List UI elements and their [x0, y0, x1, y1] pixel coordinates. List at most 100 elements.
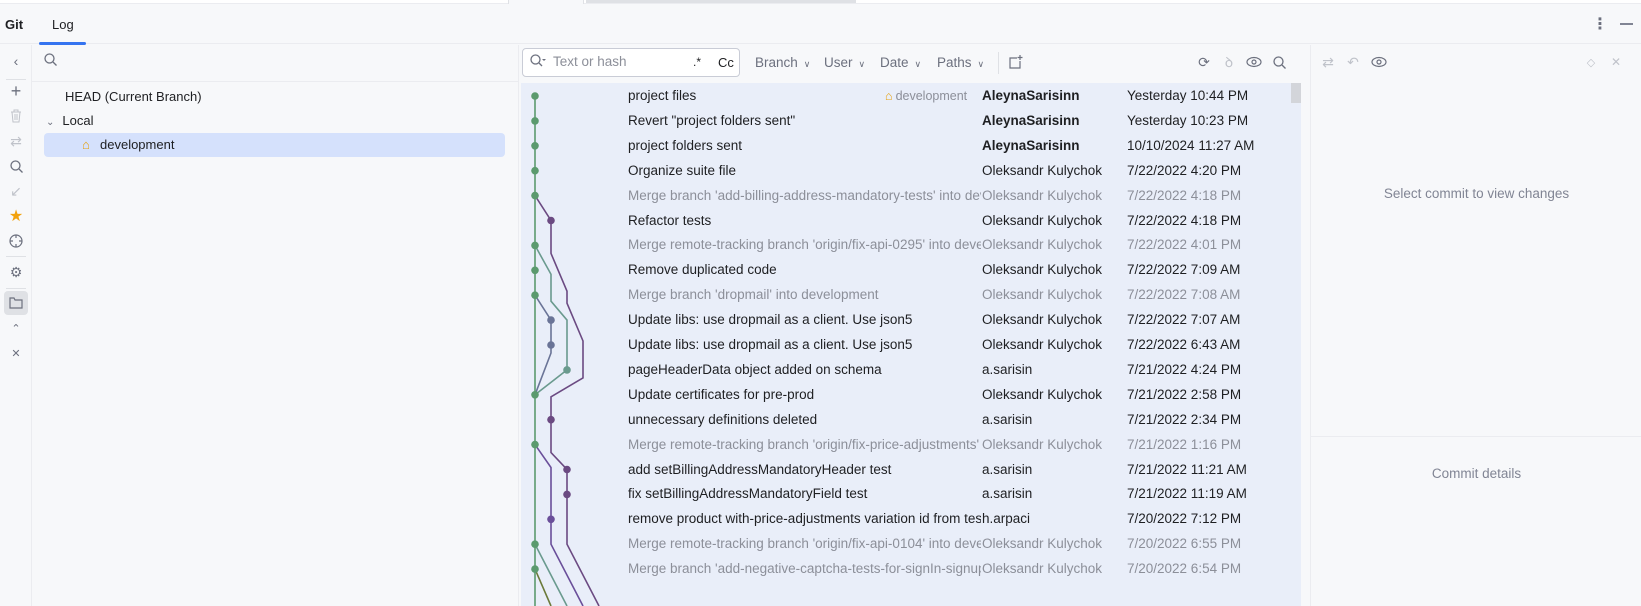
minimize-icon[interactable]	[1620, 23, 1633, 25]
commit-row[interactable]: Organize suite file Oleksandr Kulychok 7/2…	[521, 158, 1301, 184]
tree-item-development[interactable]: ⌂ development	[44, 133, 505, 157]
branch-filter[interactable]: Branch ∨	[755, 55, 810, 70]
commit-row[interactable]: Remove duplicated code Oleksandr Kulychok…	[521, 257, 1301, 283]
commit-row[interactable]: Merge branch 'dropmail' into development…	[521, 282, 1301, 308]
search-icon[interactable]	[4, 154, 28, 178]
commit-row[interactable]: Update certificates for pre-prod Oleksand…	[521, 382, 1301, 408]
commit-author: a.sarisin	[982, 461, 1033, 477]
chevron-down-icon[interactable]: ⌄	[46, 117, 54, 128]
refresh-icon[interactable]: ⟳	[1193, 51, 1215, 73]
commit-author: a.sarisin	[982, 361, 1033, 377]
date-filter[interactable]: Date ∨	[880, 55, 921, 70]
more-vertical-icon[interactable]: ⋮	[1592, 14, 1608, 34]
commit-date: 7/20/2022 7:12 PM	[1127, 511, 1242, 527]
view-options-icon[interactable]	[1368, 51, 1390, 73]
branch-search-icon[interactable]	[44, 53, 57, 69]
commit-date: 7/21/2022 1:16 PM	[1127, 436, 1242, 452]
view-options-icon[interactable]	[1243, 51, 1265, 73]
commit-row[interactable]: Merge remote-tracking branch 'origin/fix…	[521, 232, 1301, 258]
commit-date: 7/22/2022 6:43 AM	[1127, 337, 1241, 352]
log-panel: .* Cc Branch ∨ User ∨ Date ∨ Paths ∨ ⟳ ꝺ pro…	[518, 45, 1309, 606]
commit-message: Update certificates for pre-prod	[628, 386, 815, 402]
commit-date: 7/22/2022 4:20 PM	[1127, 162, 1242, 178]
commit-message: unnecessary definitions deleted	[628, 411, 818, 427]
compare-icon[interactable]: ⇄	[1317, 51, 1339, 73]
commit-author: Oleksandr Kulychok	[982, 312, 1103, 328]
details-panel: ⇄ ↶ ◇ ✕ Select commit to view changes Co…	[1310, 45, 1641, 606]
commit-message: fix setBillingAddressMandatoryField test	[628, 486, 868, 502]
commit-date: 7/21/2022 11:21 AM	[1127, 461, 1247, 477]
commit-list[interactable]: project files ⌂ development AleynaSarisinn Y…	[521, 83, 1301, 606]
commit-row[interactable]: Refactor tests Oleksandr Kulychok 7/22/202…	[521, 208, 1301, 234]
commit-row[interactable]: Merge remote-tracking branch 'origin/fix…	[521, 432, 1301, 458]
group-by-folder-icon[interactable]	[4, 291, 28, 315]
commit-author: Oleksandr Kulychok	[982, 436, 1103, 452]
revert-icon[interactable]: ↶	[1342, 51, 1364, 73]
commit-row[interactable]: Revert "project folders sent" AleynaSaris…	[521, 108, 1301, 134]
chevron-down-icon: ∨	[858, 59, 866, 69]
commit-row[interactable]: remove product with-price-adjustments va…	[521, 506, 1301, 532]
regex-toggle[interactable]: .*	[693, 55, 701, 69]
left-toolbar: ‹ + ⇄ ↙ ★ ⚙ ⌃ ✕	[0, 45, 32, 606]
top-scroll-segment	[586, 0, 856, 3]
commit-date: 7/22/2022 7:07 AM	[1127, 312, 1241, 328]
commit-row[interactable]: project files ⌂ development AleynaSarisinn Y…	[521, 83, 1301, 109]
commit-row[interactable]: Merge branch 'add-negative-captcha-tests…	[521, 556, 1301, 582]
commit-row[interactable]: project folders sent AleynaSarisinn 10/10/…	[521, 133, 1301, 159]
tab-log[interactable]: Log	[52, 17, 74, 32]
search-history-icon[interactable]	[530, 54, 546, 70]
delete-icon[interactable]	[4, 104, 28, 128]
tag-icon: ⌂	[885, 89, 893, 103]
commit-author: Oleksandr Kulychok	[982, 386, 1103, 402]
commit-row[interactable]: pageHeaderData object added on schema a.s…	[521, 357, 1301, 383]
user-filter[interactable]: User ∨	[824, 55, 865, 70]
branch-name: development	[100, 137, 175, 152]
commit-date: 7/21/2022 2:34 PM	[1127, 411, 1242, 427]
toolbar-divider	[6, 256, 26, 257]
search-icon[interactable]	[1268, 51, 1290, 73]
expand-icon[interactable]: ◇	[1580, 51, 1602, 73]
commit-author: Oleksandr Kulychok	[982, 162, 1103, 178]
commit-row[interactable]: Merge branch 'add-billing-address-mandat…	[521, 183, 1301, 209]
commit-message: pageHeaderData object added on schema	[628, 361, 882, 377]
tree-item-head[interactable]: HEAD (Current Branch)	[65, 85, 202, 109]
commit-author: Oleksandr Kulychok	[982, 337, 1103, 352]
toolbar-divider	[6, 288, 26, 289]
commit-message: Merge remote-tracking branch 'origin/fix…	[628, 536, 981, 552]
text-or-hash-search[interactable]: .* Cc	[522, 48, 740, 77]
navigate-target-icon[interactable]	[4, 229, 28, 253]
commit-author: a.sarisin	[982, 411, 1033, 427]
commit-row[interactable]: unnecessary definitions deleted a.sarisin…	[521, 407, 1301, 433]
commit-message: Update libs: use dropmail as a client. U…	[628, 337, 913, 352]
match-case-toggle[interactable]: Cc	[718, 55, 734, 70]
chevron-down-icon: ∨	[914, 59, 922, 69]
cherry-pick-icon[interactable]: ꝺ	[1218, 51, 1240, 73]
commit-row[interactable]: Update libs: use dropmail as a client. U…	[521, 332, 1301, 358]
paths-filter[interactable]: Paths ∨	[937, 55, 984, 70]
collapse-icon[interactable]: ✕	[1605, 51, 1627, 73]
star-icon[interactable]: ★	[4, 204, 28, 228]
expand-all-icon[interactable]: ⌃	[4, 316, 28, 340]
compare-icon[interactable]: ⇄	[4, 129, 28, 153]
commit-row[interactable]: fix setBillingAddressMandatoryField test…	[521, 481, 1301, 507]
collapse-left-icon[interactable]: ‹	[4, 49, 28, 73]
commit-row[interactable]: add setBillingAddressMandatoryHeader tes…	[521, 457, 1301, 483]
commit-message: Organize suite file	[628, 162, 737, 178]
commit-row[interactable]: Update libs: use dropmail as a client. U…	[521, 307, 1301, 333]
tree-item-local[interactable]: ⌄ Local	[46, 109, 93, 133]
commit-date: 7/22/2022 4:01 PM	[1127, 237, 1242, 253]
update-icon[interactable]: ↙	[4, 179, 28, 203]
search-input[interactable]	[553, 54, 683, 69]
commit-date: Yesterday 10:23 PM	[1127, 112, 1249, 128]
collapse-all-icon[interactable]: ✕	[4, 341, 28, 365]
chevron-down-icon: ∨	[977, 59, 985, 69]
commit-author: Oleksandr Kulychok	[982, 536, 1103, 552]
branch-tag-label: development	[895, 89, 968, 103]
commit-date: 7/20/2022 6:55 PM	[1127, 536, 1242, 552]
commit-row[interactable]: Merge remote-tracking branch 'origin/fix…	[521, 531, 1301, 557]
settings-icon[interactable]: ⚙	[4, 260, 28, 284]
commit-message: Merge remote-tracking branch 'origin/fix…	[628, 237, 981, 253]
new-tab-icon[interactable]	[1005, 51, 1027, 73]
divider	[32, 81, 518, 82]
add-icon[interactable]: +	[4, 79, 28, 103]
